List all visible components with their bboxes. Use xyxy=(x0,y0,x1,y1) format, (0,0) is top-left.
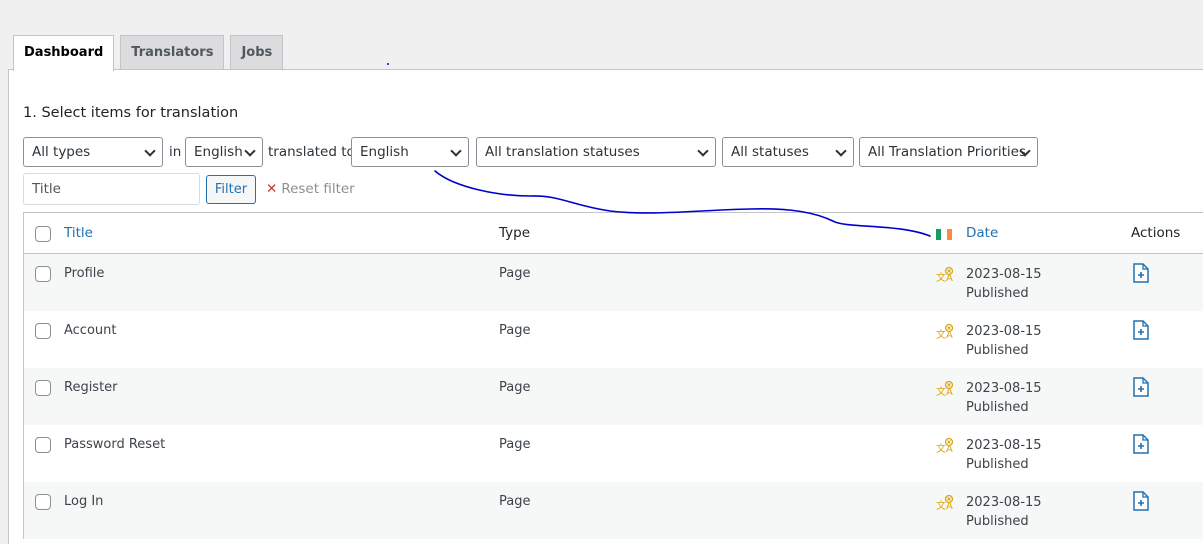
row-type: Page xyxy=(499,437,531,452)
add-translation-icon[interactable] xyxy=(1132,263,1150,283)
row-checkbox[interactable] xyxy=(35,437,51,453)
row-status: Published xyxy=(966,286,1029,301)
svg-text:文A: 文A xyxy=(936,328,953,341)
row-title: Log In xyxy=(64,494,104,509)
chevron-down-icon xyxy=(697,145,709,157)
row-type: Page xyxy=(499,494,531,509)
close-icon: ✕ xyxy=(266,181,278,197)
row-title: Profile xyxy=(64,266,105,281)
row-title: Register xyxy=(64,380,118,395)
tab-dashboard[interactable]: Dashboard xyxy=(13,35,115,71)
table-row: Profile Page 文A 2023-08-15 Published xyxy=(24,254,1203,311)
tab-bar: Dashboard Translators Jobs xyxy=(13,35,284,71)
row-checkbox[interactable] xyxy=(35,323,51,339)
row-date-value: 2023-08-15 xyxy=(966,495,1042,510)
row-date-value: 2023-08-15 xyxy=(966,381,1042,396)
chevron-down-icon xyxy=(835,145,847,157)
row-date: 2023-08-15 Published xyxy=(966,493,1042,531)
type-column-header: Type xyxy=(499,225,531,241)
row-date-value: 2023-08-15 xyxy=(966,438,1042,453)
priority-select[interactable]: All Translation Priorities xyxy=(859,137,1038,167)
add-translation-icon[interactable] xyxy=(1132,491,1150,511)
row-date: 2023-08-15 Published xyxy=(966,379,1042,417)
chevron-down-icon xyxy=(244,145,256,157)
svg-text:文A: 文A xyxy=(936,499,953,512)
flag-stripe-right xyxy=(946,229,952,240)
row-title: Account xyxy=(64,323,117,338)
reset-filter-label: Reset filter xyxy=(281,181,355,197)
chevron-down-icon xyxy=(450,145,462,157)
add-translation-icon[interactable] xyxy=(1132,434,1150,454)
table-row: Password Reset Page 文A 2023-08-15 Publish… xyxy=(24,425,1203,482)
table-row: Log In Page 文A 2023-08-15 Published xyxy=(24,482,1203,539)
translation-status-select[interactable]: All translation statuses xyxy=(476,137,716,167)
row-date-value: 2023-08-15 xyxy=(966,267,1042,282)
row-date: 2023-08-15 Published xyxy=(966,436,1042,474)
row-type: Page xyxy=(499,323,531,338)
row-type: Page xyxy=(499,380,531,395)
tab-jobs[interactable]: Jobs xyxy=(230,35,284,70)
translate-status-icon[interactable]: 文A xyxy=(936,494,954,512)
source-language-select[interactable]: English xyxy=(185,137,263,167)
select-all-checkbox[interactable] xyxy=(35,226,51,242)
row-status: Published xyxy=(966,514,1029,529)
svg-text:文A: 文A xyxy=(936,442,953,455)
table-header: Title Type Date Actions xyxy=(24,213,1203,254)
row-type: Page xyxy=(499,266,531,281)
title-filter-input[interactable] xyxy=(23,173,200,205)
table-row: Register Page 文A 2023-08-15 Published xyxy=(24,368,1203,425)
priority-value: All Translation Priorities xyxy=(868,144,1027,160)
title-column-header[interactable]: Title xyxy=(64,225,93,241)
add-translation-icon[interactable] xyxy=(1132,320,1150,340)
items-table: Title Type Date Actions Profile Page 文A … xyxy=(23,212,1203,539)
chevron-down-icon xyxy=(144,145,156,157)
row-checkbox[interactable] xyxy=(35,494,51,510)
row-date-value: 2023-08-15 xyxy=(966,324,1042,339)
status-value: All statuses xyxy=(731,144,809,160)
status-select[interactable]: All statuses xyxy=(722,137,854,167)
date-column-header[interactable]: Date xyxy=(966,225,998,241)
translated-to-label: translated to xyxy=(268,144,355,160)
translate-status-icon[interactable]: 文A xyxy=(936,266,954,284)
target-language-value: English xyxy=(360,144,409,160)
row-date: 2023-08-15 Published xyxy=(966,265,1042,303)
row-status: Published xyxy=(966,343,1029,358)
row-title: Password Reset xyxy=(64,437,166,452)
table-row: Account Page 文A 2023-08-15 Published xyxy=(24,311,1203,368)
type-select[interactable]: All types xyxy=(23,137,163,167)
section-title: 1. Select items for translation xyxy=(23,105,239,121)
row-status: Published xyxy=(966,400,1029,415)
row-checkbox[interactable] xyxy=(35,380,51,396)
filter-button[interactable]: Filter xyxy=(206,175,256,204)
target-language-select[interactable]: English xyxy=(351,137,469,167)
add-translation-icon[interactable] xyxy=(1132,377,1150,397)
actions-column-header: Actions xyxy=(1131,225,1181,241)
source-language-value: English xyxy=(194,144,243,160)
type-select-value: All types xyxy=(32,144,91,160)
row-status: Published xyxy=(966,457,1029,472)
tab-translators[interactable]: Translators xyxy=(120,35,225,70)
reset-filter-link[interactable]: ✕ Reset filter xyxy=(266,181,355,197)
svg-text:文A: 文A xyxy=(936,385,953,398)
row-checkbox[interactable] xyxy=(35,266,51,282)
translate-status-icon[interactable]: 文A xyxy=(936,323,954,341)
translation-status-value: All translation statuses xyxy=(485,144,640,160)
language-flag-icon xyxy=(936,229,952,240)
translate-status-icon[interactable]: 文A xyxy=(936,437,954,455)
row-date: 2023-08-15 Published xyxy=(966,322,1042,360)
svg-text:文A: 文A xyxy=(936,271,953,284)
in-label: in xyxy=(169,144,182,160)
translate-status-icon[interactable]: 文A xyxy=(936,380,954,398)
